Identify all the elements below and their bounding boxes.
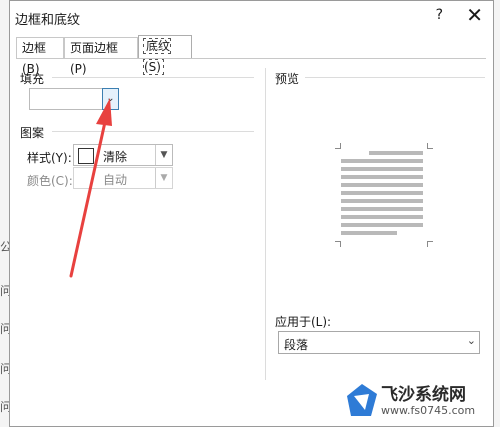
site-watermark: 飞沙系统网 www.fs0745.com xyxy=(345,378,495,426)
section-divider xyxy=(305,77,485,78)
preview-text-line xyxy=(341,199,423,203)
apply-to-value: 段落 xyxy=(284,338,309,352)
preview-text-line xyxy=(341,175,423,179)
section-divider xyxy=(52,77,254,78)
dialog-title: 边框和底纹 xyxy=(15,13,81,28)
watermark-url: www.fs0745.com xyxy=(381,404,476,417)
preview-corner-mark xyxy=(427,241,433,247)
title-bar: 边框和底纹 ? ✕ xyxy=(10,1,493,33)
preview-corner-mark xyxy=(427,143,433,149)
preview-text-line xyxy=(341,215,423,219)
pattern-section-label: 图案 xyxy=(20,126,45,140)
preview-text-line xyxy=(369,151,423,155)
apply-to-label: 应用于(L): xyxy=(275,315,332,329)
help-button[interactable]: ? xyxy=(436,7,443,23)
preview-section-label: 预览 xyxy=(275,72,300,86)
chevron-down-icon: ⌄ xyxy=(466,334,476,347)
preview-text-line xyxy=(341,159,423,163)
tab-page-border[interactable]: 页面边框(P) xyxy=(64,37,138,76)
chevron-down-icon: ▼ xyxy=(155,168,172,188)
tab-shading[interactable]: 底纹(S) xyxy=(138,35,192,75)
logo-icon xyxy=(347,384,377,416)
preview-text-line xyxy=(341,191,423,195)
annotation-arrow xyxy=(69,98,112,278)
preview-text-line xyxy=(341,183,423,187)
preview-text-line xyxy=(341,223,423,227)
apply-to-select[interactable]: 段落 ⌄ xyxy=(278,331,480,354)
preview-text-line xyxy=(341,207,423,211)
tab-label: 底纹(S) xyxy=(142,38,172,75)
preview-text-line xyxy=(341,167,423,171)
preview-corner-mark xyxy=(335,241,341,247)
close-button[interactable]: ✕ xyxy=(466,3,483,27)
chevron-down-icon: ▼ xyxy=(155,145,172,165)
shading-preview xyxy=(335,141,445,251)
preview-text-line xyxy=(341,231,397,235)
panel-divider xyxy=(265,68,266,380)
tab-borders[interactable]: 边框(B) xyxy=(16,37,64,76)
tab-divider xyxy=(16,58,486,59)
preview-corner-mark xyxy=(335,143,341,149)
watermark-title: 飞沙系统网 xyxy=(381,385,466,405)
fill-section-label: 填充 xyxy=(20,72,45,86)
